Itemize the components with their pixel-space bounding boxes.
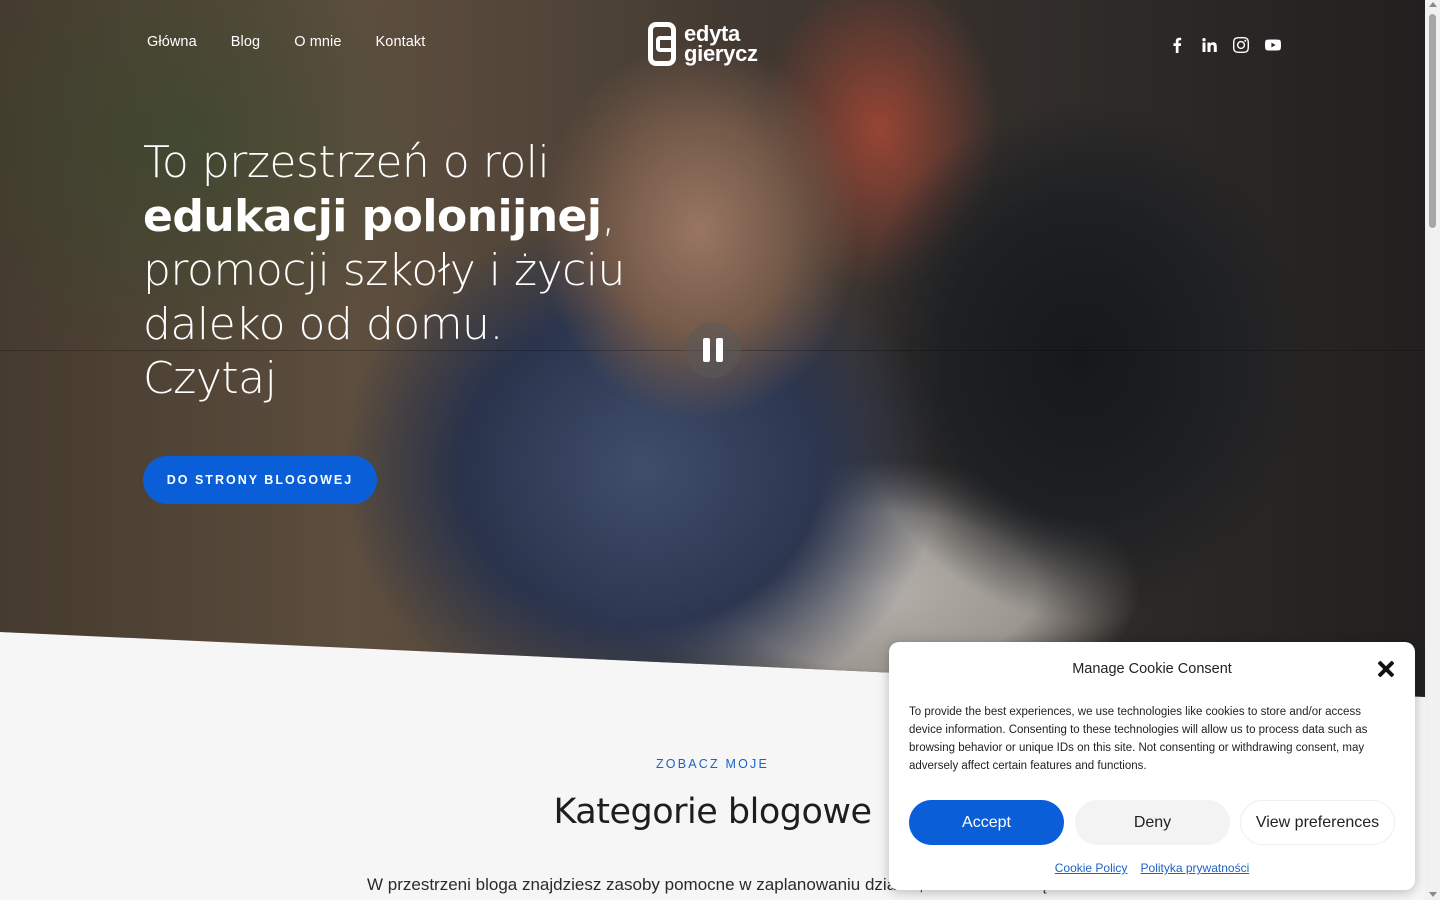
pause-icon-bar-right [716,338,723,362]
hero-section: Główna Blog O mnie Kontakt edyta gierycz… [0,0,1425,697]
close-icon[interactable] [1377,660,1395,678]
social-links [1168,36,1282,54]
scroll-up-arrow-icon[interactable] [1429,2,1437,7]
view-preferences-button[interactable]: View preferences [1240,800,1395,845]
cookie-dialog-text: To provide the best experiences, we use … [909,706,1368,772]
page-scrollbar[interactable] [1425,0,1440,900]
video-pause-button[interactable] [685,322,741,378]
facebook-icon[interactable] [1168,36,1186,54]
logo-text: edyta gierycz [684,23,758,66]
scroll-down-arrow-icon[interactable] [1429,892,1437,897]
privacy-policy-link[interactable]: Polityka prywatności [1141,861,1250,875]
cookie-dialog-title: Manage Cookie Consent [1072,661,1232,677]
linkedin-icon[interactable] [1200,36,1218,54]
cookie-policy-link[interactable]: Cookie Policy [1055,861,1128,875]
instagram-icon[interactable] [1232,36,1250,54]
main-nav: Główna Blog O mnie Kontakt [147,34,425,50]
headline-part-1: To przestrzeń o roli [143,137,550,188]
scroll-thumb[interactable] [1429,14,1436,228]
nav-item-blog[interactable]: Blog [231,34,260,50]
youtube-icon[interactable] [1264,36,1282,54]
pause-icon-bar-left [703,338,710,362]
nav-item-kontakt[interactable]: Kontakt [376,34,426,50]
accept-button[interactable]: Accept [909,800,1064,845]
deny-button[interactable]: Deny [1075,800,1230,845]
logo-mark-icon [648,22,676,66]
blog-page-button[interactable]: DO STRONY BLOGOWEJ [143,456,377,504]
hero-headline: To przestrzeń o roli edukacji polonijnej… [143,136,643,406]
headline-bold: edukacji polonijnej [143,191,602,242]
logo-line-2: gierycz [684,41,758,66]
nav-item-glowna[interactable]: Główna [147,34,197,50]
cookie-links: Cookie Policy Polityka prywatności [889,857,1415,876]
cookie-consent-dialog: Manage Cookie Consent To provide the bes… [889,642,1415,890]
nav-item-o-mnie[interactable]: O mnie [294,34,341,50]
site-logo[interactable]: edyta gierycz [648,22,758,66]
